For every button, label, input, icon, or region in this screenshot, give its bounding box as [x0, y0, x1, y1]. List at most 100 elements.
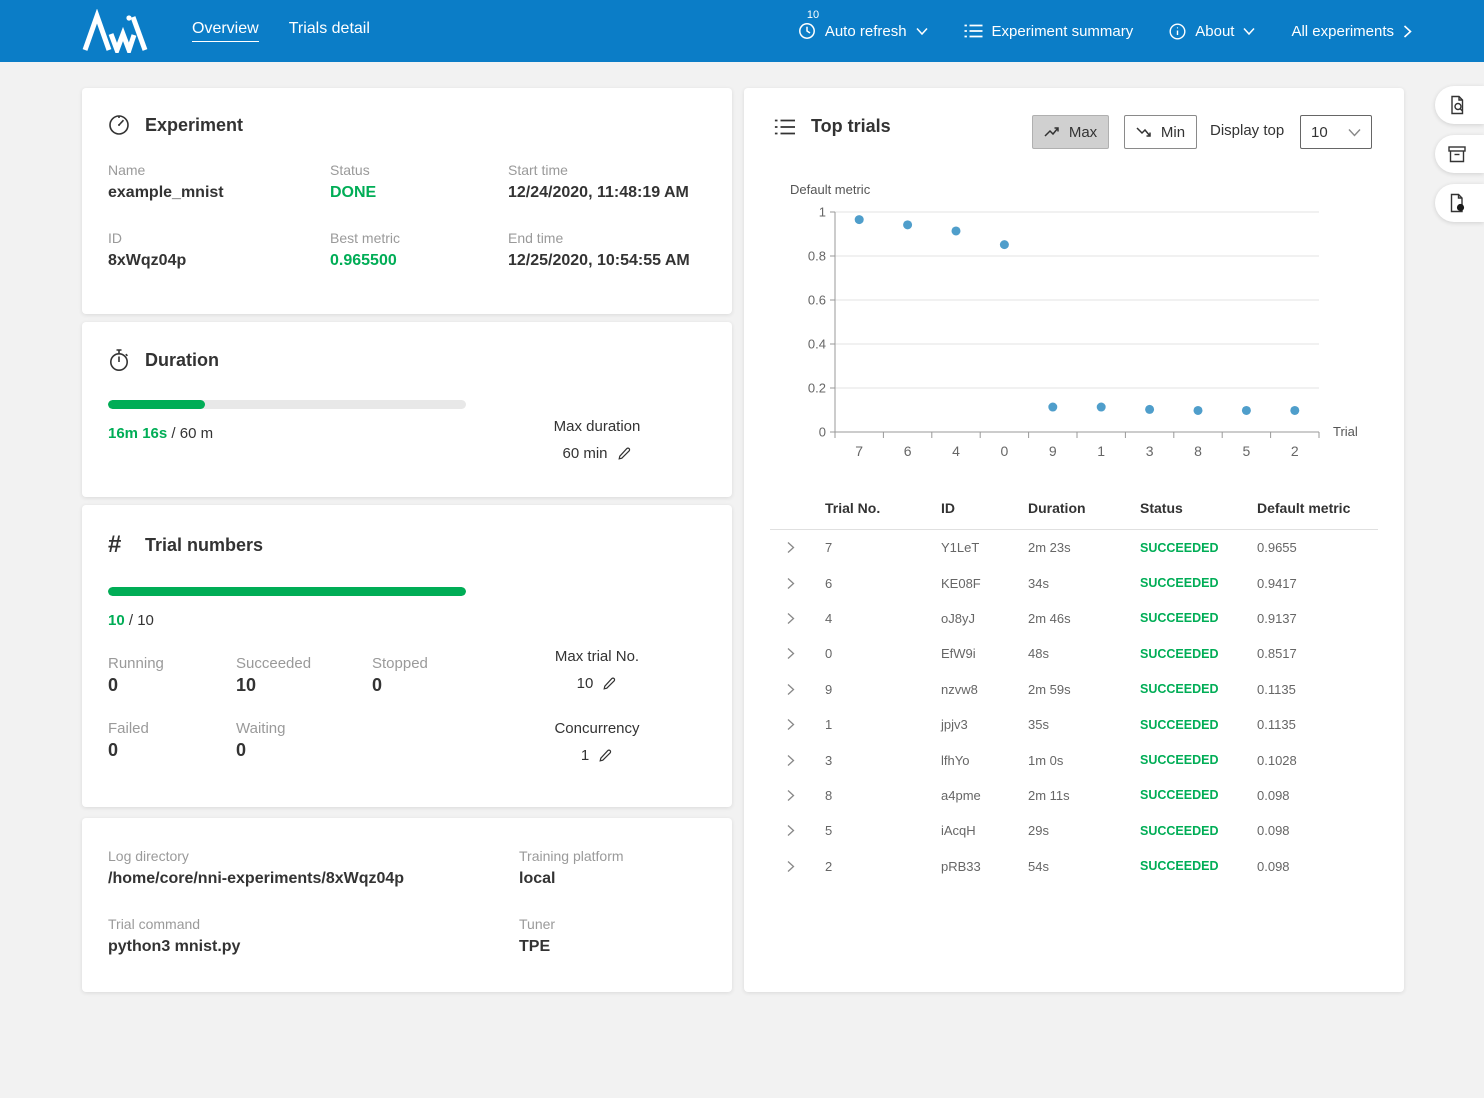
display-top-value: 10 — [1311, 124, 1328, 141]
tab-trials-detail[interactable]: Trials detail — [289, 20, 370, 42]
field-value: local — [519, 870, 706, 888]
view-config-button[interactable] — [1435, 86, 1484, 124]
cell-status: SUCCEEDED — [1140, 788, 1257, 802]
counter-value: 10 — [236, 675, 372, 696]
all-experiments-label: All experiments — [1291, 23, 1394, 40]
top-trials-title: Top trials — [811, 116, 891, 137]
cell-default-metric: 0.098 — [1257, 859, 1378, 874]
field-name: Name example_mnist — [108, 162, 330, 202]
table-row[interactable]: 7 Y1LeT 2m 23s SUCCEEDED 0.9655 — [770, 530, 1378, 565]
default-metric-chart: Default metric00.20.40.60.817640913852Tr… — [744, 180, 1404, 480]
archive-box-icon — [1447, 144, 1467, 164]
chevron-right-icon — [1403, 25, 1412, 38]
svg-text:2: 2 — [1291, 443, 1299, 459]
field-status: Status DONE — [330, 162, 508, 202]
field-value: example_mnist — [108, 184, 330, 202]
row-expander-chevron-icon[interactable] — [770, 541, 825, 554]
cell-status: SUCCEEDED — [1140, 753, 1257, 767]
cell-trial-no: 7 — [825, 540, 941, 555]
table-row[interactable]: 4 oJ8yJ 2m 46s SUCCEEDED 0.9137 — [770, 601, 1378, 636]
cell-duration: 2m 23s — [1028, 540, 1140, 555]
svg-text:0.2: 0.2 — [808, 381, 826, 396]
top-trials-table: Trial No. ID Duration Status Default met… — [770, 500, 1378, 884]
cell-duration: 2m 11s — [1028, 788, 1140, 803]
table-row[interactable]: 6 KE08F 34s SUCCEEDED 0.9417 — [770, 565, 1378, 600]
counter-waiting: Waiting 0 — [236, 720, 372, 761]
min-button[interactable]: Min — [1124, 115, 1197, 149]
field-label: Start time — [508, 162, 706, 178]
cell-trial-no: 0 — [825, 646, 941, 661]
row-expander-chevron-icon[interactable] — [770, 824, 825, 837]
counter-label: Waiting — [236, 720, 372, 737]
display-top-dropdown[interactable]: 10 — [1300, 115, 1372, 149]
svg-text:6: 6 — [904, 443, 912, 459]
auto-refresh-menu[interactable]: 10 Auto refresh — [798, 22, 928, 40]
row-expander-chevron-icon[interactable] — [770, 860, 825, 873]
edit-concurrency-button[interactable] — [598, 748, 613, 763]
table-row[interactable]: 3 lfhYo 1m 0s SUCCEEDED 0.1028 — [770, 742, 1378, 777]
row-expander-chevron-icon[interactable] — [770, 754, 825, 767]
cell-duration: 2m 59s — [1028, 682, 1140, 697]
field-value: 12/24/2020, 11:48:19 AM — [508, 184, 706, 202]
cell-default-metric: 0.098 — [1257, 823, 1378, 838]
tab-overview[interactable]: Overview — [192, 20, 259, 42]
cell-duration: 1m 0s — [1028, 753, 1140, 768]
about-menu[interactable]: About — [1169, 23, 1255, 40]
field-label: Log directory — [108, 848, 519, 864]
row-expander-chevron-icon[interactable] — [770, 789, 825, 802]
row-expander-chevron-icon[interactable] — [770, 683, 825, 696]
counter-label: Failed — [108, 720, 236, 737]
counter-succeeded: Succeeded 10 — [236, 655, 372, 696]
cell-status: SUCCEEDED — [1140, 541, 1257, 555]
cell-duration: 34s — [1028, 576, 1140, 591]
duration-progress-fill — [108, 400, 205, 409]
experiment-summary-label: Experiment summary — [992, 23, 1134, 40]
field-value: TPE — [519, 938, 706, 956]
row-expander-chevron-icon[interactable] — [770, 647, 825, 660]
counter-label: Stopped — [372, 655, 500, 672]
error-file-button[interactable] — [1435, 184, 1484, 222]
cell-id: lfhYo — [941, 753, 1028, 768]
trial-numbers-card-title: Trial numbers — [145, 535, 263, 556]
cell-default-metric: 0.1135 — [1257, 717, 1378, 732]
max-button[interactable]: Max — [1032, 115, 1109, 149]
duration-card: Duration 16m 16s / 60 m Max duration 60 … — [82, 322, 732, 497]
cell-trial-no: 8 — [825, 788, 941, 803]
cell-default-metric: 0.1028 — [1257, 753, 1378, 768]
edit-max-duration-button[interactable] — [617, 446, 632, 461]
counter-value: 0 — [236, 740, 372, 761]
counter-value: 0 — [108, 740, 236, 761]
row-expander-chevron-icon[interactable] — [770, 577, 825, 590]
cell-duration: 29s — [1028, 823, 1140, 838]
svg-text:0: 0 — [819, 425, 826, 440]
table-row[interactable]: 9 nzvw8 2m 59s SUCCEEDED 0.1135 — [770, 672, 1378, 707]
row-expander-chevron-icon[interactable] — [770, 718, 825, 731]
experiment-summary-button[interactable]: Experiment summary — [964, 23, 1134, 40]
top-nav: Overview Trials detail 10 Auto refresh — [0, 0, 1484, 62]
field-id: ID 8xWqz04p — [108, 230, 330, 270]
counter-value: 0 — [108, 675, 236, 696]
svg-text:0.8: 0.8 — [808, 249, 826, 264]
edit-max-trial-button[interactable] — [602, 676, 617, 691]
all-experiments-link[interactable]: All experiments — [1291, 23, 1412, 40]
log-files-button[interactable] — [1435, 135, 1484, 173]
svg-text:7: 7 — [855, 443, 863, 459]
svg-text:1: 1 — [1097, 443, 1105, 459]
trial-numbers-card: # Trial numbers 10 / 10 Running 0 Succee… — [82, 505, 732, 807]
table-row[interactable]: 2 pRB33 54s SUCCEEDED 0.098 — [770, 849, 1378, 884]
cell-id: EfW9i — [941, 646, 1028, 661]
cell-default-metric: 0.098 — [1257, 788, 1378, 803]
row-expander-chevron-icon[interactable] — [770, 612, 825, 625]
cell-duration: 2m 46s — [1028, 611, 1140, 626]
table-row[interactable]: 8 a4pme 2m 11s SUCCEEDED 0.098 — [770, 778, 1378, 813]
col-id: ID — [941, 500, 1028, 516]
top-trials-card: Top trials Max Min Display top 10 Defaul… — [744, 88, 1404, 992]
table-row[interactable]: 5 iAcqH 29s SUCCEEDED 0.098 — [770, 813, 1378, 848]
table-row[interactable]: 0 EfW9i 48s SUCCEEDED 0.8517 — [770, 636, 1378, 671]
table-row[interactable]: 1 jpjv3 35s SUCCEEDED 0.1135 — [770, 707, 1378, 742]
trials-progress-fill — [108, 587, 466, 596]
col-default-metric: Default metric — [1257, 500, 1378, 516]
trials-progress-track — [108, 587, 466, 596]
cell-status: SUCCEEDED — [1140, 859, 1257, 873]
counter-stopped: Stopped 0 — [372, 655, 500, 696]
